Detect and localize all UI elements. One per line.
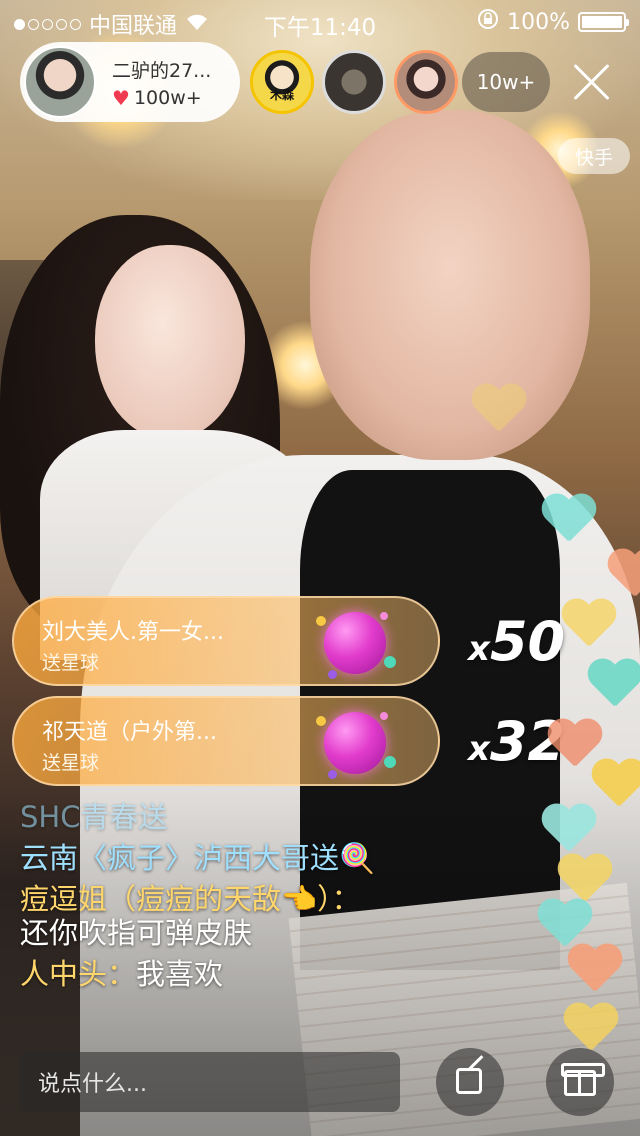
- heart-icon: [540, 805, 596, 855]
- comment-text: 我喜欢: [136, 957, 224, 992]
- heart-icon: [562, 1004, 618, 1054]
- comment-input-placeholder: 说点什么...: [38, 1072, 147, 1097]
- comment-feed: SHC青春送 云南〈疯子〉泸西大哥送🍭 痘逗姐（痘痘的天敌👈）： 还你吹指可弹皮…: [20, 800, 460, 998]
- gift-combo-prefix: x: [468, 729, 490, 769]
- gift-combo-number: 50: [489, 610, 566, 673]
- gift-banner: 祁天道（户外第... 送星球: [12, 696, 440, 786]
- gift-combo-prefix: x: [468, 629, 490, 669]
- comment-item: 痘逗姐（痘痘的天敌👈）： 还你吹指可弹皮肤: [20, 882, 460, 952]
- heart-icon: [590, 760, 640, 810]
- heart-icon: [586, 660, 640, 710]
- gift-icon: [561, 1063, 605, 1096]
- brand-watermark: 快手: [558, 138, 630, 174]
- status-right: 100%: [477, 8, 629, 36]
- gift-button[interactable]: [546, 1048, 614, 1116]
- gift-action: 送星球: [42, 652, 100, 674]
- heart-icon: [556, 855, 612, 905]
- comment-text: 还你吹指可弹皮肤: [20, 916, 253, 951]
- host-name: 二驴的27...: [112, 60, 212, 82]
- gift-action: 送星球: [42, 752, 100, 774]
- planet-gift-icon: [314, 606, 396, 686]
- status-bar: 中国联通 下午11:40 100%: [0, 0, 640, 41]
- rotation-lock-icon: [477, 8, 499, 36]
- comment-input[interactable]: 说点什么...: [20, 1052, 400, 1112]
- comment-item: 云南〈疯子〉泸西大哥送🍭: [20, 841, 460, 876]
- share-button[interactable]: [436, 1048, 504, 1116]
- heart-icon: [540, 495, 596, 545]
- heart-icon: ♥: [112, 86, 130, 110]
- share-icon: [456, 1068, 482, 1094]
- viewer-avatar[interactable]: [394, 50, 458, 114]
- comment-text: 🍭: [339, 840, 376, 875]
- host-info-pill[interactable]: 二驴的27... ♥ 100w+: [20, 42, 240, 122]
- gift-combo-count: x50: [468, 610, 565, 673]
- host-likes: ♥ 100w+: [112, 86, 202, 110]
- comment-user[interactable]: 痘逗姐（痘痘的天敌👈）：: [20, 882, 361, 916]
- guest-face: [95, 245, 245, 440]
- gift-sender-name: 祁天道（户外第...: [42, 720, 217, 745]
- host-likes-count: 100w+: [133, 87, 202, 109]
- comment-text: SHC青春送: [20, 800, 168, 834]
- heart-icon: [560, 600, 616, 650]
- comment-item: SHC青春送: [20, 800, 460, 835]
- host-face: [310, 110, 590, 460]
- viewer-count-button[interactable]: 10w+: [462, 52, 550, 112]
- host-avatar[interactable]: [24, 46, 96, 118]
- heart-icon: [606, 550, 640, 600]
- battery-percent: 100%: [507, 9, 570, 35]
- viewer-avatar[interactable]: [322, 50, 386, 114]
- viewer-avatar[interactable]: 木森: [250, 50, 314, 114]
- gift-banner: 刘大美人.第一女... 送星球: [12, 596, 440, 686]
- comment-item: 人中头：我喜欢: [20, 957, 460, 992]
- comment-user[interactable]: 云南〈疯子〉泸西大哥送: [20, 841, 339, 875]
- viewer-avatar-label: 木森: [269, 88, 294, 102]
- heart-icon: [470, 385, 526, 435]
- planet-gift-icon: [314, 706, 396, 786]
- battery-icon: [578, 12, 629, 32]
- comment-user[interactable]: 人中头：: [20, 957, 136, 991]
- gift-sender-name: 刘大美人.第一女...: [42, 620, 224, 645]
- heart-icon: [566, 945, 622, 995]
- close-icon[interactable]: [566, 56, 616, 106]
